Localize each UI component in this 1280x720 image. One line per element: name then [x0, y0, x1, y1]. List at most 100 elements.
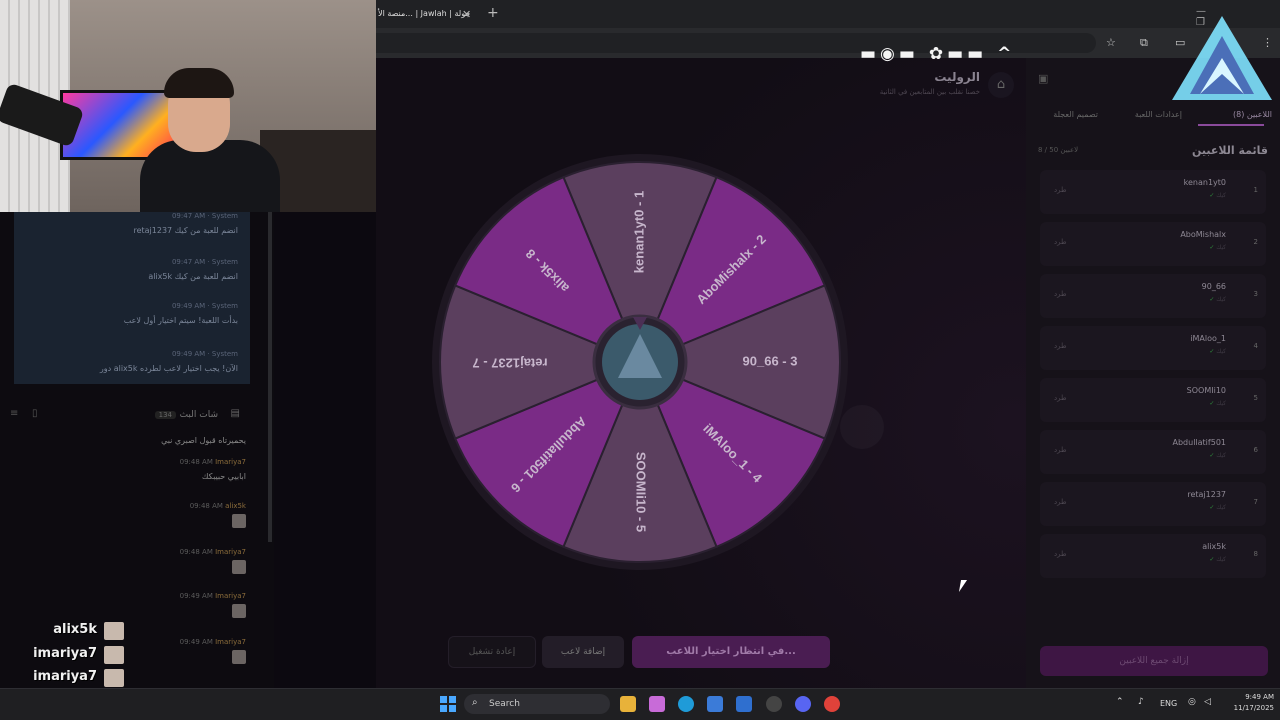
- language-indicator[interactable]: ENG: [1160, 699, 1177, 708]
- trash-icon[interactable]: ▯: [32, 408, 38, 419]
- chat-title: شات البث: [179, 410, 218, 420]
- copilot-icon[interactable]: [649, 696, 665, 712]
- overlay-username: imariya7: [33, 646, 97, 661]
- emote-icon: [232, 514, 246, 528]
- player-name: AboMishalx: [1180, 230, 1226, 239]
- player-name: alix5k: [1202, 542, 1226, 551]
- chrome-icon[interactable]: [824, 696, 840, 712]
- player-number: 2: [1253, 238, 1258, 246]
- file-explorer-icon[interactable]: [620, 696, 636, 712]
- system-chat: 09:47 AM · System retaj1237 انضم للعبة م…: [14, 212, 250, 384]
- chat-panel: 09:47 AM · System retaj1237 انضم للعبة م…: [0, 212, 274, 688]
- chat-message: 09:48 AM Imariya7: [46, 548, 246, 578]
- edge-icon[interactable]: [678, 696, 694, 712]
- player-name: Abdullatif501: [1172, 438, 1227, 447]
- player-row: 2 AboMishalx ✓ كيك طرد: [1040, 222, 1266, 266]
- players-list-title: قائمة اللاعبين: [1192, 144, 1268, 157]
- channel-logo-icon: [1172, 16, 1272, 100]
- remove-all-players-button[interactable]: إزالة جميع اللاعبين: [1040, 646, 1268, 676]
- outlook-icon[interactable]: [736, 696, 752, 712]
- tab-game-settings[interactable]: إعدادات اللعبة: [1135, 110, 1182, 119]
- windows-taskbar: [0, 688, 1280, 720]
- active-tab-indicator: [1198, 124, 1264, 126]
- overlay-username: alix5k: [53, 622, 97, 637]
- player-platform: ✓ كيك: [1209, 556, 1226, 563]
- chat-message: يحميرتاه قبول اصبري نبي: [161, 436, 246, 445]
- player-platform: ✓ كيك: [1209, 296, 1226, 303]
- microphone-icon[interactable]: ♪: [1138, 697, 1144, 707]
- home-icon[interactable]: ⌂: [988, 72, 1014, 98]
- players-count: 8 / 50 لاعبين: [1038, 146, 1079, 154]
- player-number: 4: [1253, 342, 1258, 350]
- wheel-segment-label: SOOMIi10 - 5: [634, 452, 649, 532]
- browser-tab-bar: [376, 0, 1280, 28]
- network-icon[interactable]: ◎: [1188, 697, 1196, 707]
- kick-button[interactable]: طرد: [1054, 290, 1067, 298]
- chat-message: 09:49 AM Imariya7: [46, 592, 246, 622]
- player-number: 8: [1253, 550, 1258, 558]
- player-name: kenan1yt0: [1183, 178, 1226, 187]
- kick-button[interactable]: طرد: [1054, 550, 1067, 558]
- chat-scrollbar[interactable]: [268, 212, 272, 542]
- emote-icon: [232, 560, 246, 574]
- volume-icon[interactable]: ◁: [1204, 697, 1211, 707]
- app-icon[interactable]: [766, 696, 782, 712]
- settings-icon[interactable]: ≡: [10, 408, 18, 419]
- player-name: retaj1237: [1187, 490, 1226, 499]
- tab-players[interactable]: اللاعبين (8): [1233, 110, 1272, 119]
- add-player-button[interactable]: إضافة لاعب: [542, 636, 624, 668]
- chevron-up-icon[interactable]: ⌃: [1116, 697, 1124, 707]
- viewer-count: 134: [154, 411, 176, 419]
- system-message: 09:49 AM · System دور alix5k الآن! يجب ا…: [99, 350, 238, 373]
- player-number: 6: [1253, 446, 1258, 454]
- avatar: [104, 646, 124, 664]
- wheel-segment-label: 90_66 - 3: [743, 353, 798, 368]
- player-platform: ✓ كيك: [1209, 504, 1226, 511]
- kick-button[interactable]: طرد: [1054, 238, 1067, 246]
- system-message: 09:49 AM · System بدأت اللعبة! سيتم اختي…: [123, 302, 238, 325]
- new-tab-button[interactable]: +: [487, 5, 499, 21]
- windows-start-icon[interactable]: [440, 696, 456, 712]
- discord-icon[interactable]: [795, 696, 811, 712]
- player-number: 5: [1253, 394, 1258, 402]
- kick-button[interactable]: طرد: [1054, 498, 1067, 506]
- emote-icon: [232, 604, 246, 618]
- kick-button[interactable]: طرد: [1054, 394, 1067, 402]
- ghost-control: [840, 405, 884, 449]
- page-title: الروليت: [934, 70, 980, 84]
- player-row: 8 alix5k ✓ كيك طرد: [1040, 534, 1266, 578]
- player-name: SOOMIi10: [1186, 386, 1226, 395]
- player-row: 4 iMAloo_1 ✓ كيك طرد: [1040, 326, 1266, 370]
- kick-button[interactable]: طرد: [1054, 186, 1067, 194]
- player-platform: ✓ كيك: [1209, 348, 1226, 355]
- player-row: 5 SOOMIi10 ✓ كيك طرد: [1040, 378, 1266, 422]
- clock[interactable]: 9:49 AM 11/17/2025: [1220, 692, 1274, 714]
- waiting-button[interactable]: في انتظار اختيار اللاعب...: [632, 636, 830, 668]
- wheel-segment-label: retaj1237 - 7: [472, 356, 547, 371]
- webcam-feed: [0, 0, 376, 212]
- search-placeholder: Search: [489, 699, 520, 709]
- restart-button[interactable]: إعادة تشغيل: [448, 636, 536, 668]
- emote-icon: [232, 650, 246, 664]
- sidebar-toggle-icon[interactable]: ▣: [1038, 72, 1048, 85]
- roulette-wheel[interactable]: kenan1yt0 - 1 AboMishalx - 2 90_66 - 3 iMAl…: [430, 152, 850, 572]
- page-subtitle: خصنا نقلب بين المتابعين في الثانية: [879, 88, 980, 96]
- chat-header: 134 شات البث ▤ ≡ ▯: [0, 408, 250, 426]
- player-name: 90_66: [1201, 282, 1226, 291]
- player-platform: ✓ كيك: [1209, 192, 1226, 199]
- tab-close-icon[interactable]: ✕: [462, 8, 471, 21]
- kick-button[interactable]: طرد: [1054, 446, 1067, 454]
- avatar: [104, 622, 124, 640]
- player-row: 3 90_66 ✓ كيك طرد: [1040, 274, 1266, 318]
- taskbar-search[interactable]: [464, 694, 610, 714]
- store-icon[interactable]: [707, 696, 723, 712]
- player-platform: ✓ كيك: [1209, 452, 1226, 459]
- extensions-icon[interactable]: ⧉: [1140, 36, 1148, 50]
- star-icon[interactable]: ☆: [1106, 36, 1116, 49]
- kick-button[interactable]: طرد: [1054, 342, 1067, 350]
- tab-wheel-design[interactable]: تصميم العجلة: [1053, 110, 1098, 119]
- chat-message: 09:48 AM Imariya7 ابابيي حبيبكك: [179, 458, 246, 481]
- player-row: 7 retaj1237 ✓ كيك طرد: [1040, 482, 1266, 526]
- player-number: 7: [1253, 498, 1258, 506]
- search-icon: ⌕: [472, 697, 478, 708]
